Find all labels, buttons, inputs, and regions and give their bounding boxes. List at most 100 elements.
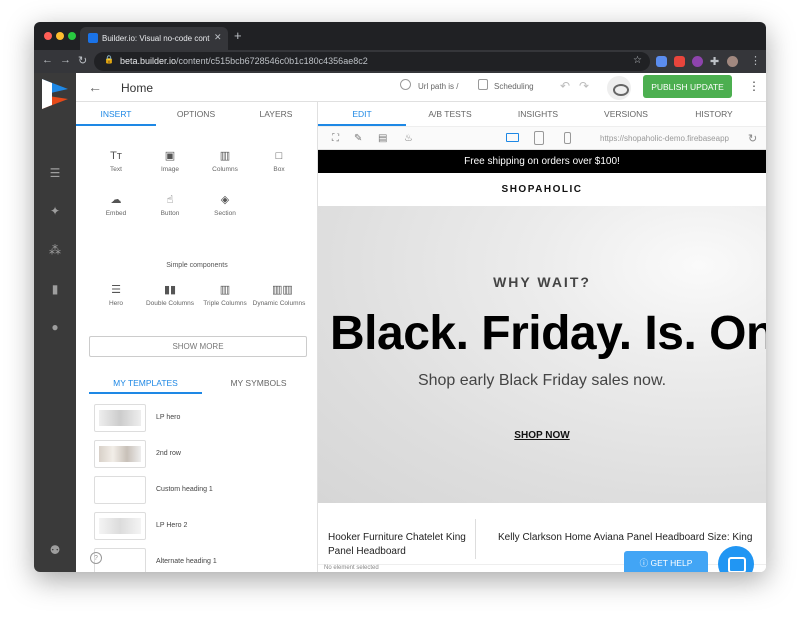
template-label[interactable]: LP hero	[156, 414, 180, 421]
pencil-icon[interactable]: ✎	[354, 133, 362, 144]
template-label[interactable]: Custom heading 1	[156, 486, 213, 493]
editor-header: ← Home Url path is / Scheduling ↶ ↷ PUBL…	[76, 73, 766, 102]
desktop-device-icon[interactable]	[506, 133, 519, 142]
scheduling-button[interactable]: Scheduling	[494, 82, 534, 91]
content-list-icon[interactable]: ☰	[48, 166, 62, 180]
component-image[interactable]: ▣ Image	[140, 150, 200, 173]
component-triple-columns[interactable]: ▥ Triple Columns	[195, 284, 255, 307]
minimize-window-button[interactable]	[56, 32, 64, 40]
template-thumbnail[interactable]	[94, 476, 146, 504]
show-more-button[interactable]: SHOW MORE	[89, 336, 307, 357]
template-label[interactable]: LP Hero 2	[156, 522, 187, 529]
active-tab-indicator	[89, 392, 202, 394]
template-label[interactable]: 2nd row	[156, 450, 181, 457]
component-text[interactable]: Tт Text	[86, 150, 146, 173]
magic-wand-icon[interactable]: ✦	[48, 204, 62, 218]
forward-arrow-icon[interactable]: →	[60, 54, 71, 66]
browser-menu-icon[interactable]: ⋮	[750, 54, 761, 67]
get-help-button[interactable]: ⓘ GET HELP	[624, 551, 708, 572]
builder-logo-icon[interactable]	[42, 79, 68, 109]
new-tab-icon[interactable]: +	[234, 28, 242, 43]
tab-ab-tests[interactable]: A/B TESTS	[406, 109, 494, 119]
extension-circle-icon[interactable]	[692, 56, 703, 67]
tab-layers[interactable]: LAYERS	[236, 109, 316, 119]
reload-preview-icon[interactable]: ↻	[748, 132, 757, 145]
redo-icon[interactable]: ↷	[579, 79, 589, 93]
account-icon[interactable]: ●	[48, 320, 62, 334]
back-arrow-icon[interactable]: ←	[42, 54, 53, 66]
profile-avatar[interactable]	[727, 56, 738, 67]
puzzle-extensions-icon[interactable]: ✚	[710, 55, 719, 68]
close-window-button[interactable]	[44, 32, 52, 40]
layers-icon: ◈	[220, 194, 230, 206]
template-thumbnail[interactable]	[94, 548, 146, 572]
tab-versions[interactable]: VERSIONS	[582, 109, 670, 119]
template-thumbnail[interactable]	[94, 512, 146, 540]
component-dynamic-columns[interactable]: ▥▥ Dynamic Columns	[249, 284, 309, 307]
tab-my-symbols[interactable]: MY SYMBOLS	[202, 378, 315, 388]
help-question-icon[interactable]: ?	[90, 552, 102, 564]
page-canvas[interactable]: Free shipping on orders over $100! SHOPA…	[318, 150, 766, 564]
url-path: /content/c515bcb6728546c0b1c180c4356ae8c…	[176, 56, 368, 66]
bookmark-icon[interactable]: ▮	[48, 282, 62, 296]
component-box[interactable]: □ Box	[249, 150, 309, 173]
component-hero[interactable]: ☰ Hero	[86, 284, 146, 307]
undo-icon[interactable]: ↶	[560, 79, 570, 93]
hero-section[interactable]: WHY WAIT? Black. Friday. Is. On Shop ear…	[318, 206, 766, 503]
get-help-label: GET HELP	[650, 558, 693, 568]
component-double-columns[interactable]: ▮▮ Double Columns	[140, 284, 200, 307]
promo-banner[interactable]: Free shipping on orders over $100!	[318, 150, 766, 173]
hero-title[interactable]: Black. Friday. Is. On	[330, 306, 766, 361]
url-path-button[interactable]: Url path is /	[418, 82, 458, 91]
component-label: Triple Columns	[203, 300, 247, 307]
preview-url[interactable]: https://shopaholic-demo.firebaseapp	[600, 134, 729, 143]
page-title[interactable]: Home	[121, 81, 153, 95]
phone-device-icon[interactable]	[564, 132, 571, 144]
back-arrow-icon[interactable]: ←	[88, 79, 102, 95]
browser-tab[interactable]: Builder.io: Visual no-code cont ✕	[80, 27, 228, 50]
brand-logo[interactable]: SHOPAHOLIC	[318, 184, 766, 195]
template-label[interactable]: Alternate heading 1	[156, 558, 217, 565]
editor-main: EDIT A/B TESTS INSIGHTS VERSIONS HISTORY…	[318, 102, 766, 572]
tab-insights[interactable]: INSIGHTS	[494, 109, 582, 119]
reload-icon[interactable]: ↻	[78, 54, 87, 67]
more-options-icon[interactable]: ⋮	[748, 79, 760, 93]
hero-kicker[interactable]: WHY WAIT?	[318, 274, 766, 290]
help-circle-icon: ⓘ	[639, 558, 651, 568]
image-icon: ▣	[164, 150, 176, 162]
component-button[interactable]: ☝ Button	[140, 194, 200, 217]
close-tab-icon[interactable]: ✕	[214, 32, 222, 43]
maximize-window-button[interactable]	[68, 32, 76, 40]
fullscreen-icon[interactable]: ⛶	[332, 133, 339, 144]
hand-icon: ☝	[166, 194, 174, 206]
fire-icon[interactable]: ♨	[404, 133, 413, 144]
product-title[interactable]: Hooker Furniture Chatelet King Panel Hea…	[328, 531, 488, 559]
tab-edit[interactable]: EDIT	[318, 109, 406, 119]
component-label: Section	[214, 210, 236, 217]
dynamic-columns-icon: ▥▥	[272, 284, 293, 296]
tab-options[interactable]: OPTIONS	[156, 109, 236, 119]
hero-subtitle[interactable]: Shop early Black Friday sales now.	[318, 372, 766, 390]
template-thumbnail[interactable]	[94, 440, 146, 468]
shop-now-link[interactable]: SHOP NOW	[318, 430, 766, 441]
canvas-toolbar: ⛶ ✎ ▤ ♨ https://shopaholic-demo.firebase…	[318, 126, 766, 150]
preview-eye-icon[interactable]	[607, 76, 631, 100]
devtools-extension-icon[interactable]	[674, 56, 685, 67]
tab-my-templates[interactable]: MY TEMPLATES	[89, 378, 202, 388]
tablet-device-icon[interactable]	[534, 131, 544, 145]
url-input[interactable]: 🔒 beta.builder.io/content/c515bcb6728546…	[94, 52, 650, 71]
extension-icon[interactable]	[656, 56, 667, 67]
layout-icon[interactable]: ▤	[378, 133, 387, 144]
tab-insert[interactable]: INSERT	[76, 109, 156, 119]
url-host: beta.builder.io	[120, 56, 177, 66]
component-embed[interactable]: ☁ Embed	[86, 194, 146, 217]
bookmark-star-icon[interactable]: ☆	[633, 55, 642, 66]
team-icon[interactable]: ⚉	[48, 543, 62, 557]
insert-panel: INSERT OPTIONS LAYERS Tт Text ▣ Image ▥ …	[76, 102, 318, 572]
component-columns[interactable]: ▥ Columns	[195, 150, 255, 173]
template-thumbnail[interactable]	[94, 404, 146, 432]
models-icon[interactable]: ⁂	[48, 243, 62, 257]
tab-history[interactable]: HISTORY	[670, 109, 758, 119]
component-section[interactable]: ◈ Section	[195, 194, 255, 217]
publish-update-button[interactable]: PUBLISH UPDATE	[643, 75, 732, 98]
